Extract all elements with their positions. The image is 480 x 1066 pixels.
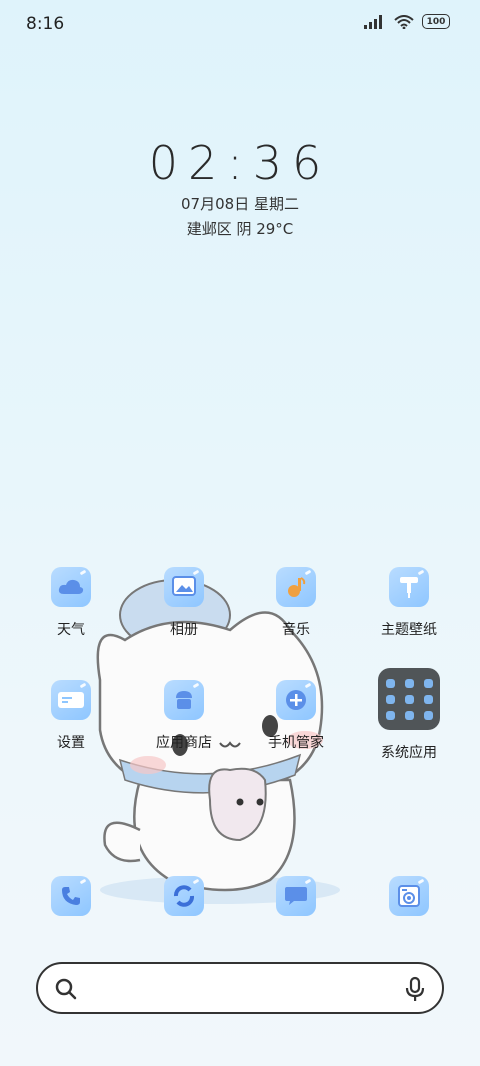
settings-icon [51,680,91,720]
messages-icon [276,876,316,916]
clock-date: 07月08日 星期二 [181,195,299,213]
signal-icon [364,14,382,29]
app-label-phone-manager: 手机管家 [268,735,324,751]
mic-icon[interactable] [404,976,426,1002]
app-music[interactable]: 音乐 [246,567,346,639]
system-apps-folder-icon [378,668,440,730]
security-icon [276,680,316,720]
app-store-icon [164,680,204,720]
app-label-system-apps: 系统应用 [381,745,437,761]
gallery-icon [164,567,204,607]
app-themes[interactable]: 主题壁纸 [359,567,459,639]
camera-icon [389,876,429,916]
app-label-music: 音乐 [282,622,310,638]
weather-info[interactable]: 建邺区 阴 29°C [0,218,480,239]
dock-camera[interactable] [359,876,459,916]
theme-icon [389,567,429,607]
clock-time[interactable]: 02:36 [0,136,480,190]
music-icon [276,567,316,607]
wifi-icon [394,14,414,29]
phone-icon [51,876,91,916]
app-phone-manager[interactable]: 手机管家 [246,680,346,752]
app-weather[interactable]: 天气 [21,567,121,639]
status-time: 8:16 [26,14,65,34]
app-label-themes: 主题壁纸 [381,622,437,638]
app-label-gallery: 相册 [170,622,198,638]
app-store[interactable]: 应用商店 [134,680,234,752]
search-icon[interactable] [54,977,78,1001]
dock-browser[interactable] [134,876,234,916]
dock-messages[interactable] [246,876,346,916]
weather-icon [51,567,91,607]
battery-icon: 100 [422,14,450,29]
dock-phone[interactable] [21,876,121,916]
app-label-weather: 天气 [57,622,85,638]
browser-icon [164,876,204,916]
search-bar[interactable] [36,962,444,1014]
status-bar: 8:16 100 [0,0,480,50]
folder-system-apps[interactable]: 系统应用 [359,668,459,762]
app-label-store: 应用商店 [156,735,212,751]
status-icons: 100 [364,14,450,29]
app-label-settings: 设置 [57,735,85,751]
app-settings[interactable]: 设置 [21,680,121,752]
app-gallery[interactable]: 相册 [134,567,234,639]
